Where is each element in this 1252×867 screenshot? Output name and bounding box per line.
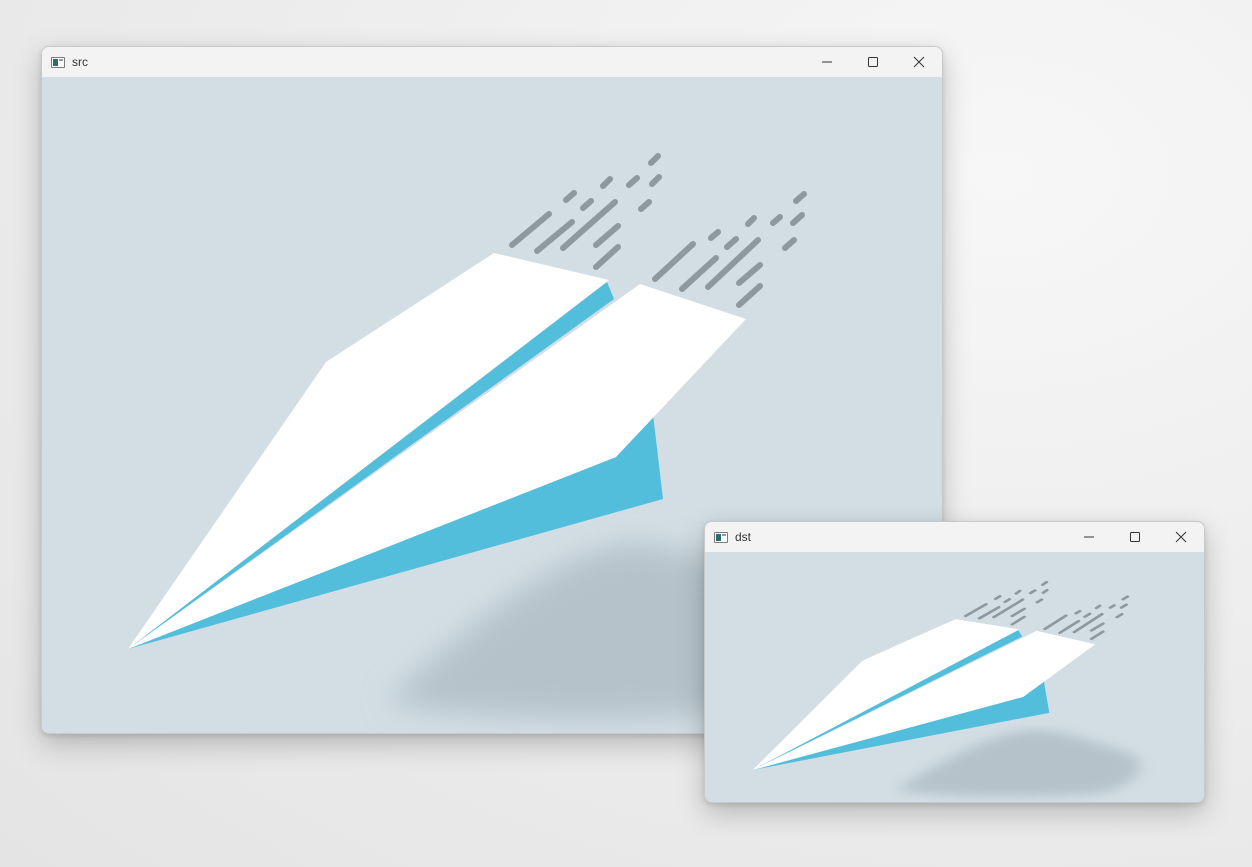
app-window-icon [714, 531, 728, 543]
dst-titlebar[interactable]: dst [705, 522, 1204, 552]
maximize-button[interactable] [850, 47, 896, 77]
minimize-button[interactable] [804, 47, 850, 77]
app-window-icon [51, 56, 65, 68]
minimize-button[interactable] [1066, 522, 1112, 552]
close-button[interactable] [896, 47, 942, 77]
window-title: dst [735, 530, 752, 544]
paper-airplane-image-resized [705, 552, 1204, 802]
close-icon [1175, 531, 1187, 543]
dst-image-canvas [705, 552, 1204, 802]
dst-window[interactable]: dst [704, 521, 1205, 803]
window-title: src [72, 55, 88, 69]
minimize-icon [822, 61, 832, 63]
maximize-button[interactable] [1112, 522, 1158, 552]
maximize-icon [868, 57, 878, 67]
close-icon [913, 56, 925, 68]
minimize-icon [1084, 536, 1094, 538]
maximize-icon [1130, 532, 1140, 542]
close-button[interactable] [1158, 522, 1204, 552]
src-titlebar[interactable]: src [42, 47, 942, 77]
